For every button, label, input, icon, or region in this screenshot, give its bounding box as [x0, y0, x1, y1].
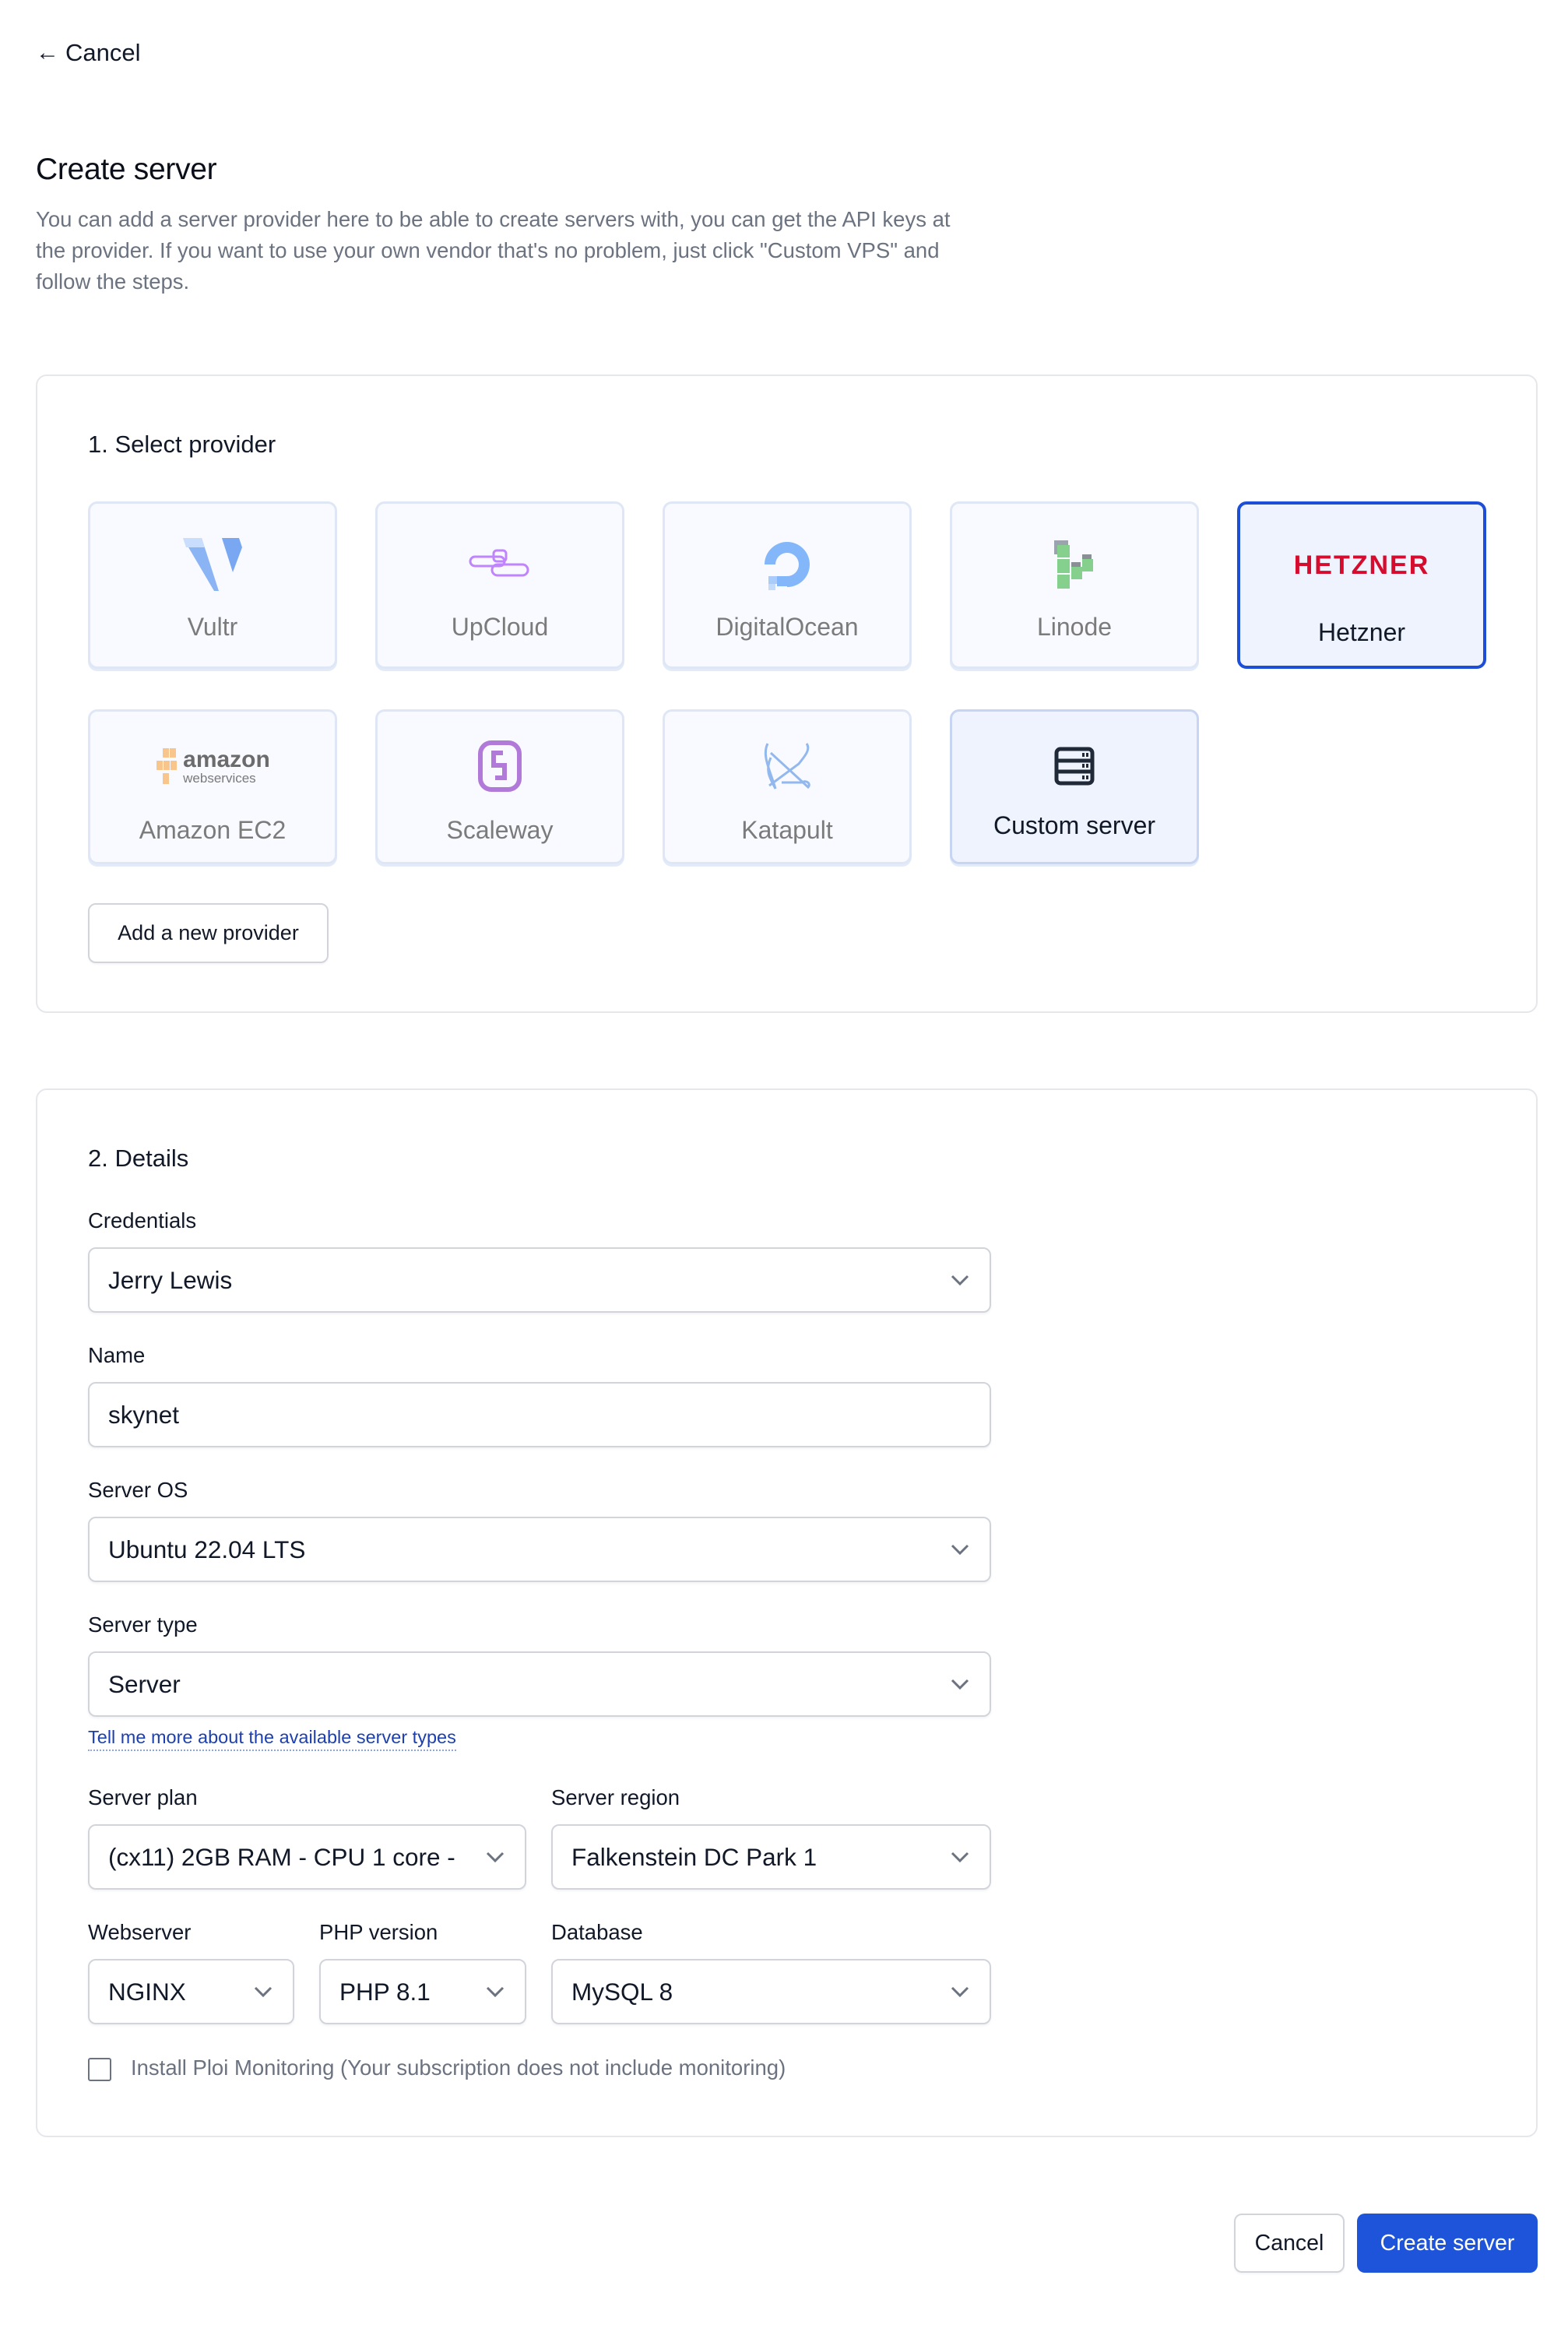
name-label: Name [88, 1343, 146, 1367]
chevron-down-icon [949, 1981, 971, 2003]
provider-label: Vultr [187, 613, 238, 641]
page-title: Create server [36, 153, 217, 186]
webserver-label: Webserver [88, 1920, 192, 1944]
server-os-label: Server OS [88, 1478, 188, 1502]
provider-label: DigitalOcean [715, 613, 859, 641]
details-card: 2. Details Credentials Jerry Lewis Name … [36, 1088, 1538, 2137]
server-type-select[interactable]: Server [88, 1651, 991, 1717]
webserver-select[interactable]: NGINX [88, 1959, 294, 2024]
details-title: 2. Details [88, 1145, 189, 1172]
server-plan-label: Server plan [88, 1785, 198, 1809]
hetzner-logo-icon: HETZNER [1293, 550, 1430, 580]
provider-label: Scaleway [446, 816, 554, 844]
scaleway-logo-icon [478, 735, 522, 797]
provider-tile-upcloud[interactable]: UpCloud [375, 501, 624, 669]
server-region-label: Server region [551, 1785, 680, 1809]
provider-label: Custom server [993, 811, 1156, 839]
provider-tile-scaleway[interactable]: Scaleway [375, 709, 624, 864]
monitoring-label: Install Ploi Monitoring (Your subscripti… [131, 2055, 786, 2080]
credentials-label: Credentials [88, 1208, 197, 1233]
provider-label: UpCloud [451, 613, 549, 641]
name-input[interactable]: skynet [88, 1382, 991, 1447]
select-provider-card: 1. Select provider Vultr UpCloud Digital… [36, 375, 1538, 1013]
server-region-select[interactable]: Falkenstein DC Park 1 [551, 1824, 991, 1890]
database-label: Database [551, 1920, 643, 1944]
provider-tile-vultr[interactable]: Vultr [88, 501, 337, 669]
provider-tile-custom-server[interactable]: Custom server [950, 709, 1199, 864]
cancel-back-link[interactable]: ← Cancel [36, 39, 141, 67]
monitoring-checkbox[interactable] [88, 2058, 111, 2081]
server-types-help-link[interactable]: Tell me more about the available server … [88, 1727, 456, 1751]
server-os-select[interactable]: Ubuntu 22.04 LTS [88, 1517, 991, 1582]
server-plan-select[interactable]: (cx11) 2GB RAM - CPU 1 core - [88, 1824, 526, 1890]
chevron-down-icon [484, 1846, 506, 1868]
provider-tile-digitalocean[interactable]: DigitalOcean [663, 501, 912, 669]
provider-label: Hetzner [1317, 618, 1406, 646]
chevron-down-icon [949, 1539, 971, 1560]
page-description: You can add a server provider here to be… [36, 207, 951, 294]
add-provider-button[interactable]: Add a new provider [88, 903, 329, 963]
chevron-down-icon [949, 1673, 971, 1695]
linode-logo-icon [1051, 533, 1098, 596]
provider-tile-linode[interactable]: Linode [950, 501, 1199, 669]
select-provider-title: 1. Select provider [88, 431, 276, 458]
arrow-left-icon: ← [36, 40, 59, 65]
provider-tile-amazon-ec2[interactable]: amazon webservices Amazon EC2 [88, 709, 337, 864]
vultr-logo-icon [183, 533, 242, 596]
server-type-label: Server type [88, 1612, 198, 1637]
provider-label: Linode [1036, 613, 1113, 641]
php-version-label: PHP version [319, 1920, 438, 1944]
cancel-button[interactable]: Cancel [1234, 2214, 1345, 2273]
php-version-select[interactable]: PHP 8.1 [319, 1959, 526, 2024]
provider-label: Amazon EC2 [139, 816, 287, 844]
katapult-logo-icon [760, 735, 814, 797]
server-icon [1054, 735, 1095, 797]
digitalocean-logo-icon [760, 533, 814, 596]
provider-tile-katapult[interactable]: Katapult [663, 709, 912, 864]
provider-tile-hetzner[interactable]: HETZNER Hetzner [1237, 501, 1486, 669]
database-select[interactable]: MySQL 8 [551, 1959, 991, 2024]
provider-label: Katapult [741, 816, 833, 844]
aws-logo-icon: amazon webservices [155, 735, 270, 797]
chevron-down-icon [252, 1981, 274, 2003]
chevron-down-icon [949, 1846, 971, 1868]
chevron-down-icon [484, 1981, 506, 2003]
upcloud-logo-icon [469, 533, 531, 596]
credentials-select[interactable]: Jerry Lewis [88, 1247, 991, 1313]
cancel-back-label: Cancel [65, 39, 141, 66]
create-server-button[interactable]: Create server [1357, 2214, 1538, 2273]
chevron-down-icon [949, 1269, 971, 1291]
